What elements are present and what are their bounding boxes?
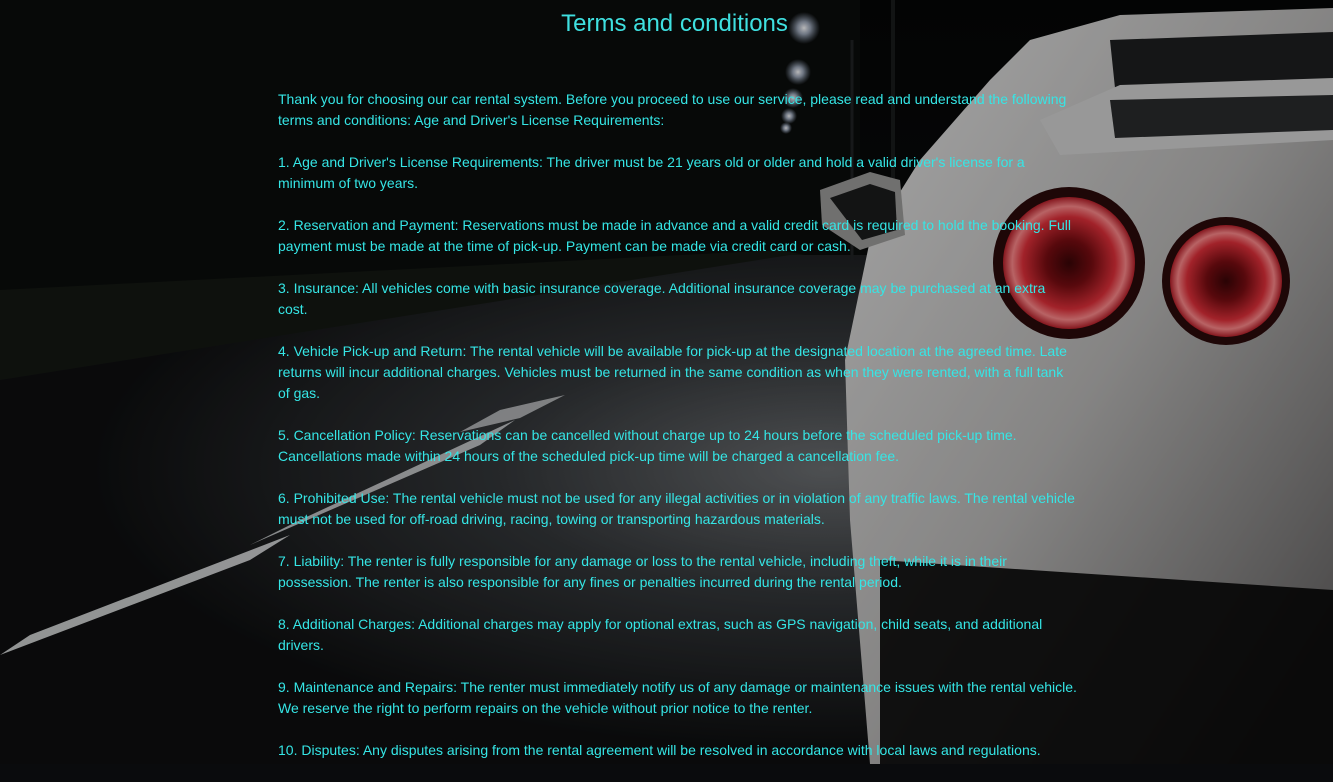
terms-item: 1. Age and Driver's License Requirements… <box>278 154 1025 191</box>
terms-item: 2. Reservation and Payment: Reservations… <box>278 217 1071 254</box>
terms-item: 9. Maintenance and Repairs: The renter m… <box>278 679 1077 716</box>
terms-item: 5. Cancellation Policy: Reservations can… <box>278 427 1017 464</box>
terms-body: Thank you for choosing our car rental sy… <box>278 89 1078 782</box>
terms-item: 10. Disputes: Any disputes arising from … <box>278 742 1041 758</box>
terms-item: 3. Insurance: All vehicles come with bas… <box>278 280 1046 317</box>
terms-intro: Thank you for choosing our car rental sy… <box>278 91 1067 128</box>
terms-item: 4. Vehicle Pick-up and Return: The renta… <box>278 343 1067 401</box>
terms-item: 7. Liability: The renter is fully respon… <box>278 553 1007 590</box>
terms-page: Terms and conditions Thank you for choos… <box>0 0 1333 764</box>
terms-item: 6. Prohibited Use: The rental vehicle mu… <box>278 490 1075 527</box>
page-title: Terms and conditions <box>561 10 788 37</box>
terms-item: 8. Additional Charges: Additional charge… <box>278 616 1043 653</box>
